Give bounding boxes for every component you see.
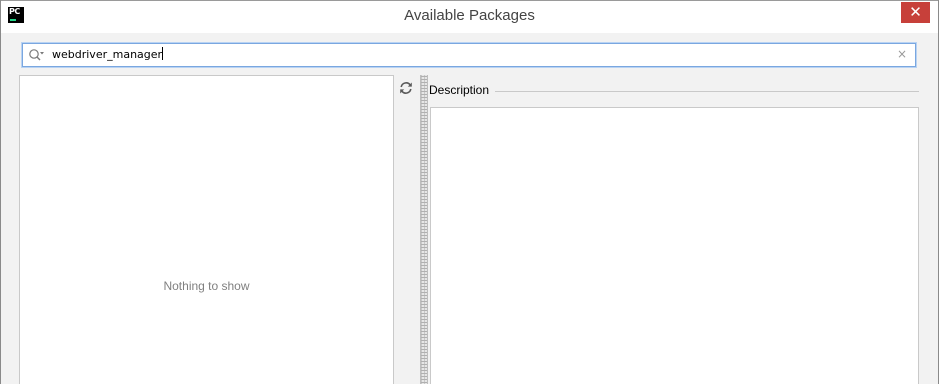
title-bar[interactable]: PC Available Packages ✕ [1, 0, 938, 33]
search-input-value: webdriver_manager [52, 48, 163, 61]
description-label: Description [429, 83, 496, 97]
panel-splitter[interactable] [420, 75, 428, 384]
text-caret [162, 47, 164, 60]
close-button[interactable]: ✕ [901, 2, 930, 23]
available-packages-dialog: PC Available Packages ✕ webdriver_manage… [0, 0, 939, 384]
refresh-icon[interactable] [399, 81, 413, 95]
search-input[interactable]: webdriver_manager [52, 47, 872, 63]
empty-list-message: Nothing to show [163, 279, 250, 293]
close-icon: ✕ [909, 3, 922, 21]
description-panel[interactable] [430, 107, 919, 384]
clear-search-icon[interactable]: × [897, 47, 907, 61]
package-list[interactable]: Nothing to show [19, 75, 394, 384]
description-separator [495, 91, 919, 92]
search-field[interactable]: webdriver_manager × [22, 43, 916, 67]
package-list-toolbar [394, 75, 419, 384]
window-title: Available Packages [404, 7, 535, 24]
description-header: Description [429, 82, 919, 100]
search-icon[interactable] [28, 48, 44, 62]
